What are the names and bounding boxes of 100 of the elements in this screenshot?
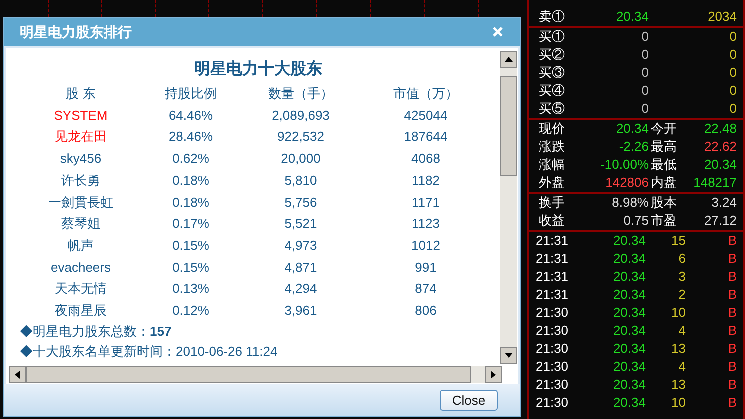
shareholder-name: 蔡琴姐: [60, 215, 102, 234]
trade-price: 20.34: [612, 250, 646, 268]
trade-price: 20.34: [612, 286, 646, 304]
order-label: 卖①: [539, 8, 566, 26]
table-cell-text: 922,532: [276, 128, 326, 146]
stat-value: 148217: [692, 174, 737, 192]
table-cell-text: 1182: [411, 172, 441, 190]
scroll-thumb[interactable]: [500, 76, 517, 176]
stat-value: 22.62: [703, 138, 737, 156]
trade-volume: 6: [678, 250, 686, 268]
table-cell-text: 0.15%: [172, 236, 210, 255]
table-cell-text: 4,871: [284, 258, 318, 277]
trade-volume: 13: [670, 376, 686, 394]
table-cell-text: 2,089,693: [271, 106, 331, 125]
stat-label: 换手: [539, 194, 566, 212]
vertical-scrollbar[interactable]: [500, 51, 517, 364]
trade-side: B: [727, 376, 737, 394]
trade-time: 21:31: [536, 232, 570, 250]
trade-volume: 4: [678, 322, 686, 340]
table-heading: 明星电力十大股东: [194, 60, 324, 80]
table-cell-text: 20,000: [280, 150, 322, 168]
table-cell-text: 0.17%: [172, 215, 210, 234]
trade-side: B: [727, 394, 737, 412]
table-cell-text: 187644: [403, 128, 449, 146]
info-line: ◆十大股东名单更新时间：2010-06-26 11:24: [20, 342, 279, 361]
trade-volume: 10: [670, 304, 686, 322]
trade-price: 20.34: [612, 376, 646, 394]
trade-price: 20.34: [612, 358, 646, 376]
table-cell-text: 0.15%: [172, 258, 210, 277]
shareholder-name: 见龙在田: [54, 128, 108, 146]
table-cell-text: 806: [414, 302, 438, 320]
trade-time: 21:31: [536, 250, 570, 268]
stat-label: 外盘: [539, 174, 566, 192]
column-header: 市值（万）: [392, 85, 460, 103]
order-label: 买⑤: [539, 100, 566, 118]
table-cell-text: 425044: [403, 106, 449, 125]
trade-time: 21:30: [536, 394, 570, 412]
table-cell-text: 5,810: [284, 172, 318, 190]
stat-label: 市盈: [650, 212, 678, 230]
price-value: 20.34: [615, 8, 649, 26]
left-arrow-icon[interactable]: [15, 370, 20, 378]
trade-volume: 15: [670, 232, 686, 250]
trade-volume: 4: [678, 358, 686, 376]
stat-value: 22.48: [703, 120, 737, 138]
table-cell-text: 1012: [410, 236, 442, 255]
stat-value: 27.12: [703, 212, 737, 230]
trade-side: B: [727, 268, 737, 286]
up-arrow-icon[interactable]: [504, 57, 512, 62]
column-header: 数量（手）: [268, 85, 334, 103]
volume-value: 0: [728, 100, 737, 118]
table-cell-text: 28.46%: [168, 128, 214, 146]
stat-label: 最低: [650, 156, 678, 174]
stat-value: 0.75: [622, 212, 649, 230]
trade-side: B: [727, 286, 737, 304]
table-cell-text: 0.13%: [172, 280, 210, 298]
trade-price: 20.34: [612, 394, 646, 412]
volume-value: 0: [728, 82, 737, 100]
trade-side: B: [727, 232, 737, 250]
trade-side: B: [727, 250, 737, 268]
right-arrow-icon[interactable]: [491, 370, 496, 378]
stat-label: 股本: [650, 194, 678, 212]
stat-value: 20.34: [703, 156, 737, 174]
table-cell-text: 1123: [411, 215, 441, 234]
trade-time: 21:30: [536, 304, 570, 322]
stat-label: 收益: [539, 212, 566, 230]
table-cell-text: 0.12%: [172, 302, 210, 320]
stat-label: 内盘: [650, 174, 678, 192]
price-value: 0: [640, 64, 649, 82]
stat-label: 现价: [539, 120, 566, 138]
trade-time: 21:30: [536, 322, 570, 340]
table-cell-text: 0.18%: [172, 172, 210, 190]
trade-volume: 13: [670, 340, 686, 358]
table-cell-text: 4,294: [284, 280, 318, 298]
trade-side: B: [727, 340, 737, 358]
trade-price: 20.34: [612, 304, 646, 322]
shareholder-name: 天本无情: [54, 280, 108, 298]
trade-side: B: [727, 304, 737, 322]
order-label: 买③: [539, 64, 566, 82]
price-value: 0: [640, 100, 649, 118]
shareholder-name: 许长勇: [60, 172, 102, 190]
price-value: 0: [640, 28, 649, 46]
trade-price: 20.34: [612, 322, 646, 340]
trade-time: 21:30: [536, 376, 570, 394]
column-header: 股 东: [65, 85, 97, 103]
order-label: 买④: [539, 82, 566, 100]
trade-time: 21:31: [536, 268, 570, 286]
close-button[interactable]: Close: [440, 390, 498, 410]
stat-value: 3.24: [710, 194, 737, 212]
down-arrow-icon[interactable]: [504, 353, 512, 358]
info-line: ◆明星电力股东总数：157: [20, 322, 173, 341]
close-icon[interactable]: [492, 26, 504, 38]
table-cell-text: 1171: [411, 194, 441, 212]
trade-price: 20.34: [612, 232, 646, 250]
order-label: 买①: [539, 28, 566, 46]
stat-label: 今开: [650, 120, 678, 138]
table-cell-text: 5,756: [284, 194, 318, 212]
stat-value: 20.34: [615, 120, 649, 138]
table-cell-text: 64.46%: [168, 106, 214, 125]
window-title: 明星电力股东排行: [20, 22, 132, 42]
order-label: 买②: [539, 46, 566, 64]
